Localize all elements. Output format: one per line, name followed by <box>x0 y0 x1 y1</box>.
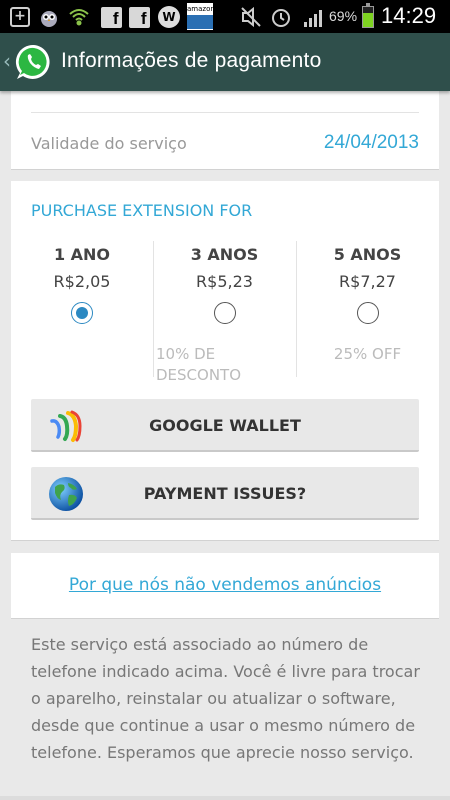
purchase-heading: PURCHASE EXTENSION FOR <box>31 201 253 220</box>
clock: 14:29 <box>381 3 437 28</box>
plan-name: 5 ANOS <box>333 245 402 264</box>
service-info-text: Este serviço está associado ao número de… <box>31 635 420 762</box>
battery-icon <box>362 3 374 28</box>
plan-option-5-years[interactable]: 5 ANOS R$7,27 25% OFF <box>296 241 438 377</box>
validity-label: Validade do serviço <box>31 134 187 153</box>
validity-date: 24/04/2013 <box>323 132 419 153</box>
signal-icon <box>303 7 327 33</box>
mute-icon <box>240 6 262 28</box>
validity-card: Validade do serviço 24/04/2013 <box>11 91 439 170</box>
plan-price: R$5,23 <box>196 272 253 291</box>
purchase-card: PURCHASE EXTENSION FOR 1 ANO R$2,05 3 AN… <box>11 181 439 541</box>
button-label: GOOGLE WALLET <box>149 416 301 435</box>
payment-issues-button[interactable]: PAYMENT ISSUES? <box>31 467 419 520</box>
button-label: PAYMENT ISSUES? <box>143 484 307 503</box>
facebook-icon: f <box>100 6 122 28</box>
page-title: Informações de pagamento <box>61 49 322 72</box>
wifi-icon <box>68 6 90 28</box>
plan-discount: 10% DE DESCONTO <box>156 345 242 384</box>
scroll-edge <box>0 796 450 800</box>
plan-name: 3 ANOS <box>190 245 259 264</box>
owl-icon <box>38 6 60 28</box>
why-no-ads-link[interactable]: Por que nós não vendemos anúncios <box>11 575 439 595</box>
back-icon[interactable]: ‹ <box>3 49 11 73</box>
alarm-icon <box>270 6 292 28</box>
plan-discount: 25% OFF <box>333 345 402 363</box>
amazon-icon: amazon <box>187 3 215 30</box>
w-icon: W <box>158 6 180 28</box>
plan-option-1-year[interactable]: 1 ANO R$2,05 <box>11 241 153 377</box>
ads-info-card: Por que nós não vendemos anúncios <box>11 553 439 619</box>
plan-option-3-years[interactable]: 3 ANOS R$5,23 10% DE DESCONTO <box>153 241 295 384</box>
status-bar: + f f W amazon 69% 14:29 <box>0 0 450 33</box>
plan-radio[interactable] <box>214 302 236 324</box>
plan-name: 1 ANO <box>53 245 111 264</box>
action-bar: ‹ Informações de pagamento <box>0 33 450 91</box>
amazon-label: amazon <box>187 5 215 13</box>
battery-percent: 69% <box>329 8 358 24</box>
add-icon: + <box>9 6 31 28</box>
plan-radio[interactable] <box>71 302 93 324</box>
whatsapp-logo-icon[interactable] <box>14 42 54 82</box>
facebook-icon: f <box>128 6 150 28</box>
divider <box>31 112 419 113</box>
plan-radio[interactable] <box>357 302 379 324</box>
google-wallet-button[interactable]: GOOGLE WALLET <box>31 399 419 452</box>
plan-price: R$7,27 <box>339 272 396 291</box>
plan-price: R$2,05 <box>53 272 111 291</box>
